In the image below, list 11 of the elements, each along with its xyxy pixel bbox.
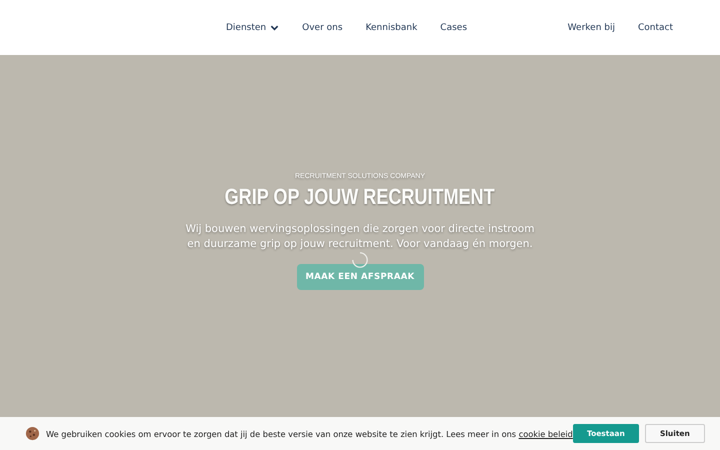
nav-link[interactable]: Werken bij bbox=[568, 22, 615, 32]
nav-link[interactable]: Over ons bbox=[302, 22, 343, 32]
nav-link[interactable]: Diensten bbox=[226, 22, 280, 32]
nav-link[interactable]: Cases bbox=[440, 22, 468, 32]
cookie-message: We gebruiken cookies om ervoor te zorgen dat jij de beste versie van onze website te zien krijgt. Lees meer in ons cookie beleid bbox=[46, 428, 573, 438]
nav-link[interactable]: Kennisbank bbox=[366, 22, 418, 32]
nav-link[interactable]: Contact bbox=[638, 22, 673, 32]
cookie-policy-link[interactable]: cookie beleid bbox=[518, 428, 573, 438]
cookie-icon bbox=[25, 426, 40, 441]
hero-text: Wij bouwen wervingsoplossingen die zorgen voor directe instroom en duurzame grip op jouw recruitment. Voor vandaag én morgen. bbox=[184, 222, 536, 252]
hero-title: GRIP OP JOUW RECRUITMENT bbox=[225, 184, 495, 210]
